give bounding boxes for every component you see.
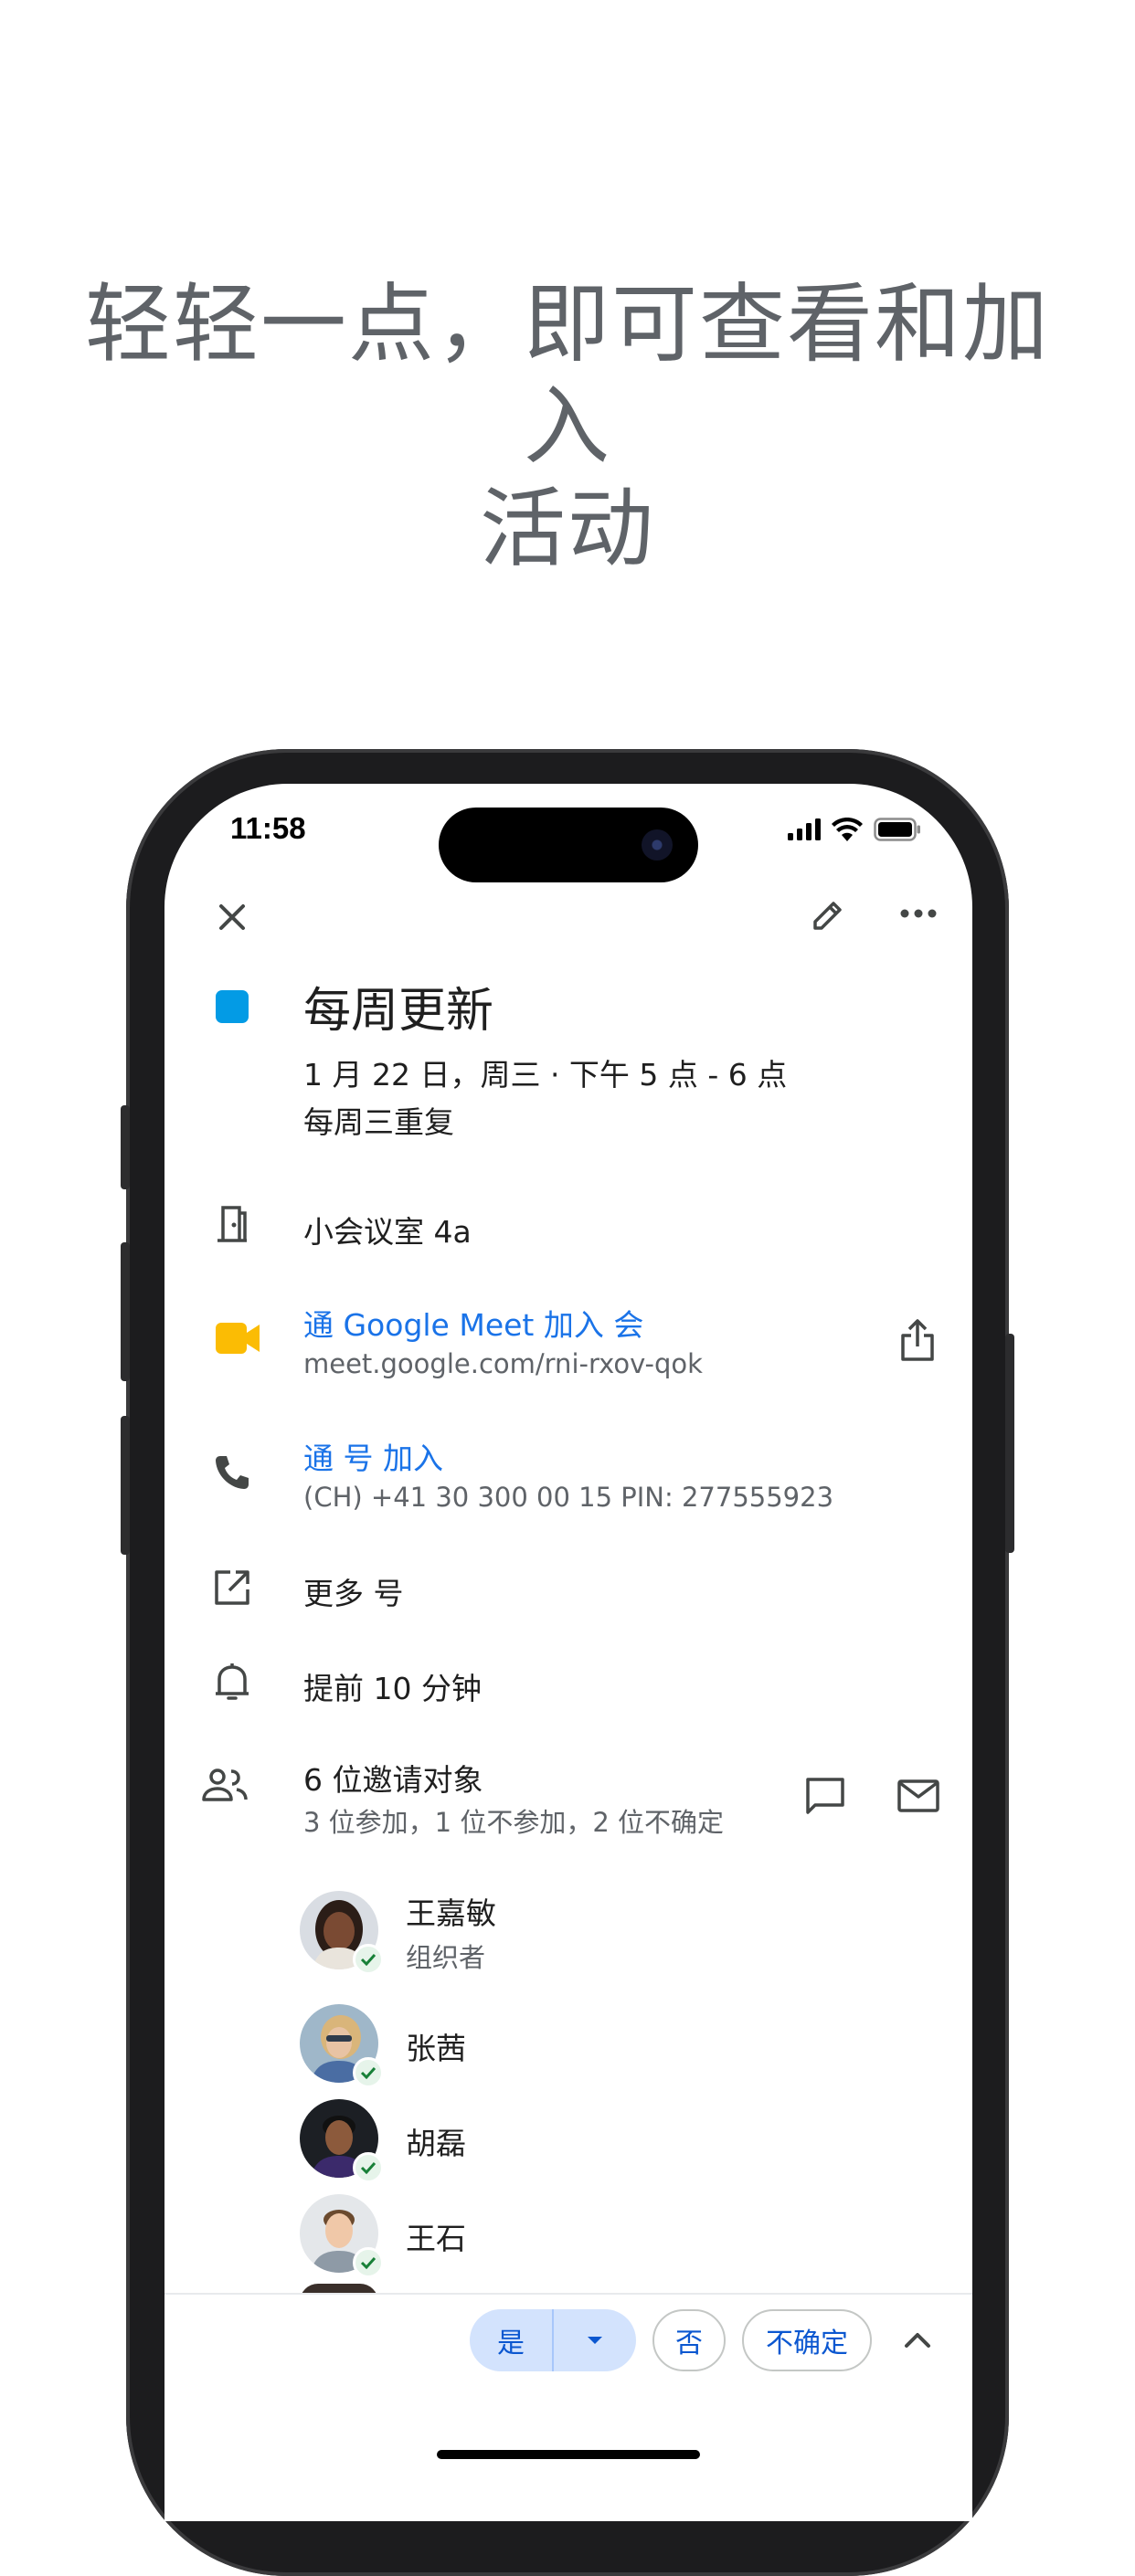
guest-name: 王嘉敏 xyxy=(406,1895,496,1931)
phone-icon xyxy=(212,1452,252,1493)
share-icon[interactable] xyxy=(899,1317,936,1363)
guest-name: 王石 xyxy=(406,2221,466,2256)
guest-name: 张茜 xyxy=(406,2031,466,2066)
caret-down-icon xyxy=(586,2335,604,2346)
promo-headline-line1: 轻轻一点，即可查看和加入 xyxy=(84,275,1050,477)
chat-bubble-icon[interactable] xyxy=(804,1776,846,1816)
guest-avatar[interactable] xyxy=(300,1891,384,1975)
rsvp-options-dropdown[interactable] xyxy=(554,2309,636,2371)
event-recurrence: 每周三重复 xyxy=(303,1104,454,1140)
wifi-icon xyxy=(832,818,863,841)
people-icon xyxy=(201,1767,249,1803)
event-color-chip xyxy=(216,990,249,1023)
battery-icon xyxy=(874,818,921,841)
phone-screen xyxy=(164,784,972,2519)
event-datetime: 1 月 22 日，周三 · 下午 5 点 - 6 点 xyxy=(303,1057,788,1093)
room-door-icon xyxy=(212,1204,252,1244)
more-phone-numbers[interactable]: 更多 号 xyxy=(303,1569,404,1613)
rsvp-yes-group: 是 xyxy=(470,2309,636,2371)
cellular-signal-icon xyxy=(788,818,821,840)
google-meet-icon xyxy=(216,1321,261,1356)
more-options-icon[interactable] xyxy=(899,908,938,919)
event-room: 小会议室 4a xyxy=(303,1214,472,1250)
guests-summary: 3 位参加，1 位不参加，2 位不确定 xyxy=(303,1807,725,1838)
edit-pencil-icon[interactable] xyxy=(808,895,848,935)
bell-icon xyxy=(212,1661,252,1703)
promo-headline-line2: 活动 xyxy=(479,480,655,579)
dynamic-island xyxy=(439,808,698,882)
accepted-check-icon xyxy=(353,2152,384,2183)
event-title: 每周更新 xyxy=(303,984,494,1039)
status-time: 11:58 xyxy=(230,811,306,845)
open-external-icon xyxy=(212,1568,252,1608)
phone-power-button xyxy=(1005,1334,1014,1553)
status-icons xyxy=(788,813,921,846)
guest-role: 组织者 xyxy=(406,1942,486,1973)
dial-in-number[interactable]: (CH) +41 30 300 00 15 PIN: 277555923 xyxy=(303,1482,833,1513)
rsvp-yes-button[interactable]: 是 xyxy=(470,2309,554,2371)
accepted-check-icon xyxy=(353,2057,384,2088)
phone-volume-down-button xyxy=(121,1416,130,1555)
meet-url[interactable]: meet.google.com/rni-rxov-qok xyxy=(303,1348,703,1379)
guest-avatar[interactable] xyxy=(300,2099,384,2183)
front-camera xyxy=(642,829,673,860)
event-reminder[interactable]: 提前 10 分钟 xyxy=(303,1664,482,1708)
chevron-up-icon[interactable] xyxy=(903,2329,932,2349)
home-indicator xyxy=(437,2450,700,2459)
rsvp-no-button[interactable]: 否 xyxy=(652,2309,726,2371)
promo-headline: 轻轻一点，即可查看和加入 活动 xyxy=(55,274,1080,581)
email-icon[interactable] xyxy=(897,1779,939,1812)
accepted-check-icon xyxy=(353,2247,384,2278)
accepted-check-icon xyxy=(353,1944,384,1975)
guest-name: 胡磊 xyxy=(406,2126,466,2161)
phone-volume-up-button xyxy=(121,1242,130,1381)
close-icon[interactable] xyxy=(214,899,250,935)
join-meet-link[interactable]: 通 Google Meet 加入 会 xyxy=(303,1301,643,1345)
join-by-phone-link[interactable]: 通 号 加入 xyxy=(303,1434,443,1478)
guest-avatar[interactable] xyxy=(300,2004,384,2088)
rsvp-maybe-button[interactable]: 不确定 xyxy=(742,2309,872,2371)
guests-count[interactable]: 6 位邀请对象 xyxy=(303,1756,483,1800)
phone-action-button xyxy=(121,1105,130,1189)
guest-avatar[interactable] xyxy=(300,2194,384,2278)
